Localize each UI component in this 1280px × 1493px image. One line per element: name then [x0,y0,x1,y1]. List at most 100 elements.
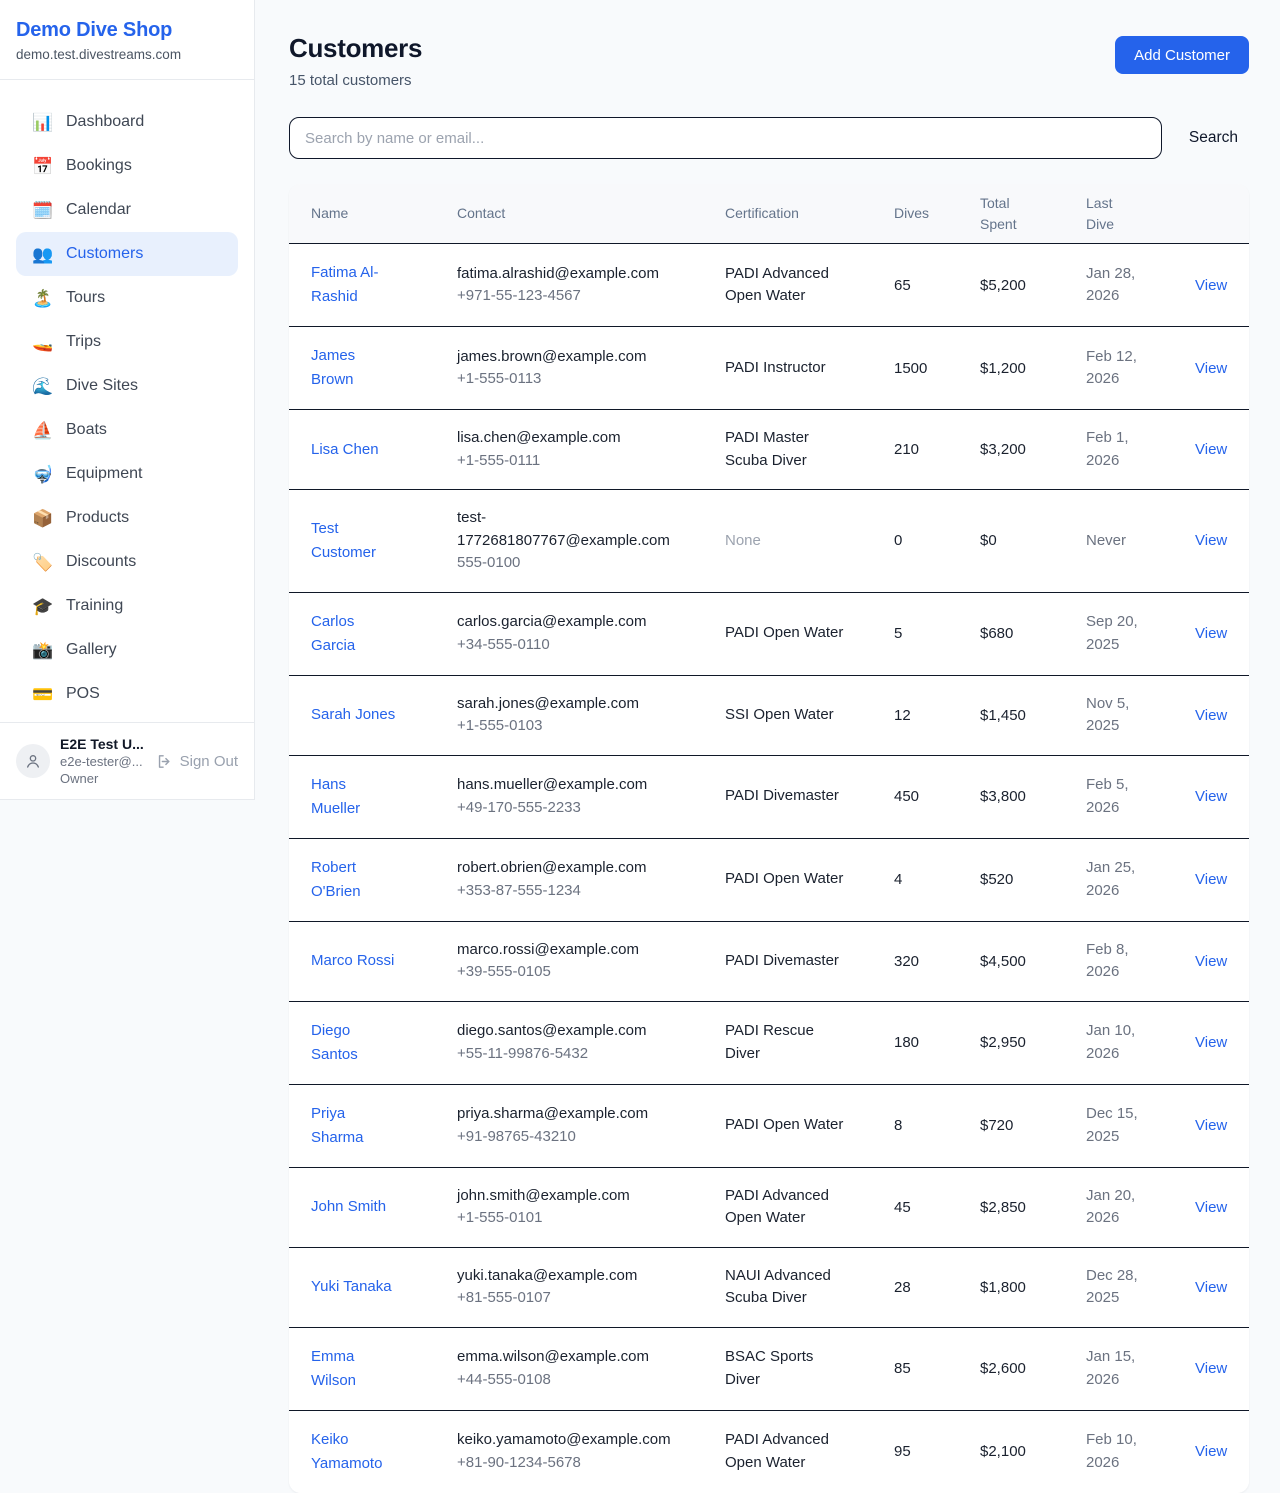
view-cell: View [1195,1199,1227,1216]
customer-email: priya.sharma@example.com [457,1103,671,1126]
certification-cell: NAUI Advanced Scuba Diver [725,1265,894,1310]
view-cell: View [1195,441,1227,458]
table-row: Priya Sharma priya.sharma@example.com +9… [289,1085,1249,1168]
view-link[interactable]: View [1195,532,1227,549]
name-cell: Diego Santos [311,1019,457,1067]
sidebar-item-dive-sites[interactable]: 🌊 Dive Sites [16,364,238,408]
customer-email: diego.santos@example.com [457,1020,671,1043]
contact-cell: hans.mueller@example.com +49-170-555-223… [457,774,725,819]
certification-cell: PADI Master Scuba Diver [725,427,894,472]
sidebar-item-calendar[interactable]: 🗓️ Calendar [16,188,238,232]
view-cell: View [1195,707,1227,724]
column-header-contact: Contact [457,203,725,223]
search-input[interactable] [289,117,1162,159]
view-link[interactable]: View [1195,625,1227,642]
sidebar-item-trips[interactable]: 🚤 Trips [16,320,238,364]
view-link[interactable]: View [1195,1443,1227,1460]
view-cell: View [1195,532,1227,549]
contact-cell: lisa.chen@example.com +1-555-0111 [457,427,725,472]
view-link[interactable]: View [1195,788,1227,805]
customer-name-link[interactable]: Priya Sharma [311,1105,364,1146]
view-cell: View [1195,871,1227,888]
sidebar-item-discounts[interactable]: 🏷️ Discounts [16,540,238,584]
customer-name-link[interactable]: John Smith [311,1198,386,1215]
customer-name-link[interactable]: Diego Santos [311,1022,358,1063]
view-link[interactable]: View [1195,441,1227,458]
sidebar-item-equipment[interactable]: 🤿 Equipment [16,452,238,496]
view-link[interactable]: View [1195,707,1227,724]
main-content: Customers 15 total customers Add Custome… [255,0,1280,1493]
search-button[interactable]: Search [1189,129,1238,147]
customer-phone: +49-170-555-2233 [457,797,671,820]
customer-name-link[interactable]: Lisa Chen [311,441,379,458]
view-link[interactable]: View [1195,871,1227,888]
last-dive-cell: Never [1086,530,1195,553]
certification-cell: PADI Rescue Diver [725,1020,894,1065]
sidebar-item-tours[interactable]: 🏝️ Tours [16,276,238,320]
customer-name-link[interactable]: Test Customer [311,520,376,561]
view-cell: View [1195,360,1227,377]
add-customer-button[interactable]: Add Customer [1115,36,1249,74]
sidebar-item-gallery[interactable]: 📸 Gallery [16,628,238,672]
name-cell: Robert O'Brien [311,856,457,904]
customer-name-link[interactable]: Marco Rossi [311,952,394,969]
dives-cell: 65 [894,277,980,294]
customer-name-link[interactable]: Sarah Jones [311,706,395,723]
certification-cell: BSAC Sports Diver [725,1346,894,1391]
customer-name-link[interactable]: Hans Mueller [311,776,360,817]
view-link[interactable]: View [1195,1034,1227,1051]
shop-name: Demo Dive Shop [16,19,238,42]
sidebar-item-products[interactable]: 📦 Products [16,496,238,540]
dives-cell: 0 [894,532,980,549]
view-link[interactable]: View [1195,1279,1227,1296]
total-spent-cell: $0 [980,532,1086,549]
sidebar-item-dashboard[interactable]: 📊 Dashboard [16,100,238,144]
customer-phone: 555-0100 [457,552,671,575]
sidebar-item-boats[interactable]: ⛵ Boats [16,408,238,452]
view-cell: View [1195,1034,1227,1051]
sidebar-item-label: Products [66,509,129,527]
dives-cell: 12 [894,707,980,724]
dives-cell: 45 [894,1199,980,1216]
customer-name-link[interactable]: Fatima Al-Rashid [311,264,379,305]
sidebar-item-pos[interactable]: 💳 POS [16,672,238,716]
customer-email: test-1772681807767@example.com [457,507,671,552]
tours-icon: 🏝️ [32,290,52,307]
table-row: Emma Wilson emma.wilson@example.com +44-… [289,1328,1249,1411]
total-spent-cell: $2,100 [980,1443,1086,1460]
view-link[interactable]: View [1195,953,1227,970]
view-link[interactable]: View [1195,1360,1227,1377]
sidebar-nav: 📊 Dashboard 📅 Bookings 🗓️ Calendar 👥 Cus… [0,80,254,722]
sign-out-button[interactable]: Sign Out [156,753,238,770]
dives-cell: 180 [894,1034,980,1051]
view-cell: View [1195,1279,1227,1296]
sidebar-item-customers[interactable]: 👥 Customers [16,232,238,276]
total-spent-cell: $5,200 [980,277,1086,294]
last-dive-cell: Feb 10, 2026 [1086,1429,1195,1474]
customer-name-link[interactable]: Emma Wilson [311,1348,356,1389]
table-row: Robert O'Brien robert.obrien@example.com… [289,839,1249,922]
dives-cell: 4 [894,871,980,888]
view-link[interactable]: View [1195,1199,1227,1216]
view-cell: View [1195,1443,1227,1460]
sidebar: Demo Dive Shop demo.test.divestreams.com… [0,0,255,800]
table-row: James Brown james.brown@example.com +1-5… [289,327,1249,410]
last-dive-cell: Sep 20, 2025 [1086,611,1195,656]
trips-icon: 🚤 [32,334,52,351]
sidebar-item-bookings[interactable]: 📅 Bookings [16,144,238,188]
last-dive-cell: Feb 5, 2026 [1086,774,1195,819]
customer-phone: +1-555-0103 [457,715,671,738]
customer-name-link[interactable]: James Brown [311,347,355,388]
customer-name-link[interactable]: Carlos Garcia [311,613,355,654]
customer-name-link[interactable]: Keiko Yamamoto [311,1431,382,1472]
contact-cell: keiko.yamamoto@example.com +81-90-1234-5… [457,1429,725,1474]
customer-name-link[interactable]: Yuki Tanaka [311,1278,392,1295]
sidebar-item-training[interactable]: 🎓 Training [16,584,238,628]
view-link[interactable]: View [1195,1117,1227,1134]
view-link[interactable]: View [1195,277,1227,294]
user-box: E2E Test U... e2e-tester@... Owner Sign … [0,722,254,799]
name-cell: Carlos Garcia [311,610,457,658]
page-title-block: Customers 15 total customers [289,33,422,89]
customer-name-link[interactable]: Robert O'Brien [311,859,361,900]
view-link[interactable]: View [1195,360,1227,377]
